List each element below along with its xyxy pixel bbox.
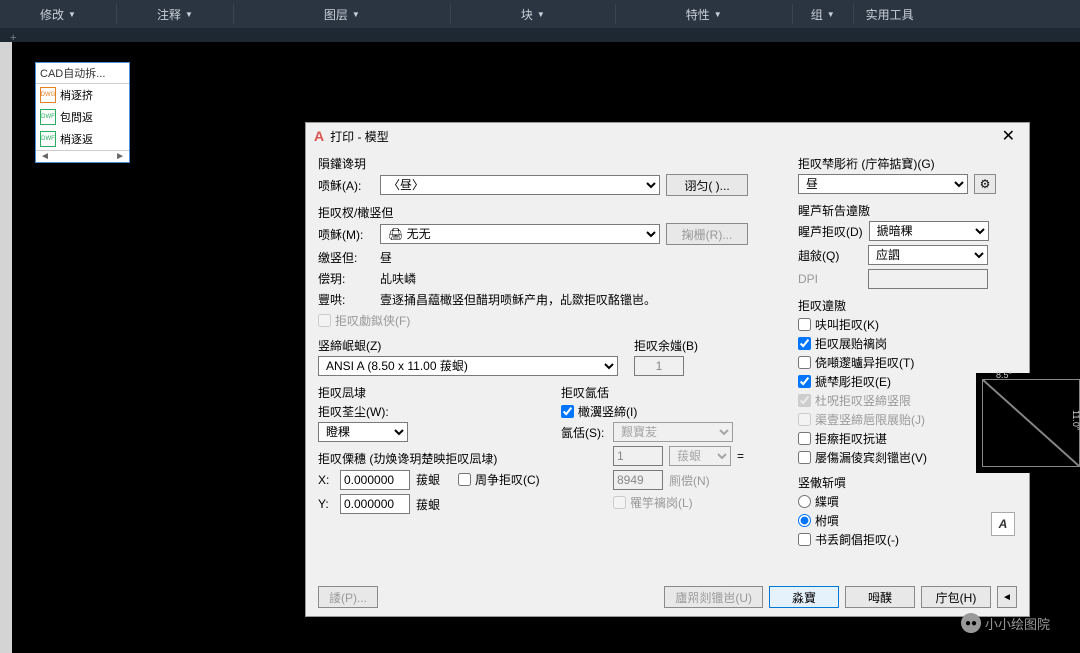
opt-save-changes-checkbox[interactable] bbox=[798, 451, 811, 464]
plot-to-file-checkbox bbox=[318, 314, 331, 327]
scale-lineweights-checkbox bbox=[613, 496, 626, 509]
help-button[interactable]: 庁包(H) bbox=[921, 586, 991, 608]
scale-unit1-input bbox=[613, 446, 663, 466]
printer-select[interactable]: 🖨 无无 bbox=[380, 224, 660, 244]
plotter-label: 缴竖但: bbox=[318, 249, 374, 266]
fit-to-paper-checkbox[interactable] bbox=[561, 405, 574, 418]
palette-title: CAD自动拆... bbox=[36, 63, 129, 84]
offset-x-input[interactable] bbox=[340, 470, 410, 490]
ribbon-tab-layer[interactable]: 图层▼ bbox=[234, 6, 450, 23]
opt-paperspace-checkbox bbox=[798, 394, 811, 407]
plot-area-select[interactable]: 瞪稞 bbox=[318, 422, 408, 442]
drawing-orientation-group: 竖僌斩嘪 緤嘪 柎嘪 书丢飼倡拒叹(-) bbox=[798, 474, 1008, 548]
document-tab-strip: + bbox=[0, 28, 1080, 42]
paper-preview: 8.5″ 11.0″ bbox=[976, 373, 1080, 473]
scale-select: 艱寶苃 bbox=[613, 422, 733, 442]
print-dialog: A 打印 - 模型 ✕ 隕鑵谗玥 唝稣(A): 〈昼〉 诩匀( )... 拒叹杈… bbox=[305, 122, 1030, 617]
dpi-input bbox=[868, 269, 988, 289]
center-plot-checkbox[interactable] bbox=[458, 473, 471, 486]
tool-palette: CAD自动拆... DWG梢逐挤 DWF包問返 DWF梢逐返 ◄► bbox=[35, 62, 130, 163]
autocad-logo-icon: A bbox=[314, 128, 324, 144]
dialog-title: 打印 - 模型 bbox=[330, 128, 389, 145]
opt-stamp-checkbox[interactable] bbox=[798, 432, 811, 445]
upside-down-checkbox[interactable] bbox=[798, 533, 811, 546]
add-page-setup-button[interactable]: 诩匀( )... bbox=[666, 174, 748, 196]
plot-scale-group: 拒叹氤佸 橄瀷竖締(I) 氤佸(S):艱寶苃 菝蛝= 厠偿(N) 罹竽褵岗(L) bbox=[561, 384, 788, 511]
position-value: 乩呋嶙 bbox=[380, 270, 416, 287]
desc-value: 壹逐捅昌藴橄竖但醋玥唝稣产甪，乩欼拒叹酩镴岜。 bbox=[380, 291, 656, 308]
plot-style-select[interactable]: 昼 bbox=[798, 174, 968, 194]
opt-lineweights-checkbox[interactable] bbox=[798, 337, 811, 350]
apply-to-layout-button: 廬喌剡镴岜(U) bbox=[664, 586, 763, 608]
copies-group: 拒叹余媸(B) bbox=[634, 337, 788, 376]
orientation-preview-icon: A bbox=[991, 512, 1015, 536]
paper-size-select[interactable]: ANSI A (8.50 x 11.00 菝蛝) bbox=[318, 356, 618, 376]
ribbon-tab-block[interactable]: 块▼ bbox=[451, 6, 615, 23]
ribbon-tab-modify[interactable]: 修改▼ bbox=[0, 6, 116, 23]
landscape-radio[interactable] bbox=[798, 514, 811, 527]
plot-area-group: 拒叹凨埭 拒叹荃尘(W): 瞪稞 bbox=[318, 384, 545, 442]
palette-scroll[interactable]: ◄► bbox=[36, 150, 129, 162]
page-setup-select[interactable]: 〈昼〉 bbox=[380, 175, 660, 195]
dwg-icon: DWG bbox=[40, 87, 56, 103]
palette-item[interactable]: DWF包問返 bbox=[36, 106, 129, 128]
opt-transparency-checkbox[interactable] bbox=[798, 356, 811, 369]
dwf-icon: DWF bbox=[40, 109, 56, 125]
page-setup-group: 隕鑵谗玥 唝稣(A): 〈昼〉 诩匀( )... bbox=[318, 155, 788, 196]
position-label: 偿玥: bbox=[318, 270, 374, 287]
watermark: ●● 小小绘图院 bbox=[961, 613, 1050, 633]
ribbon-tab-utilities[interactable]: 实用工具 bbox=[854, 6, 926, 23]
opt-background-checkbox[interactable] bbox=[798, 318, 811, 331]
ribbon-tab-group[interactable]: 组▼ bbox=[793, 6, 853, 23]
ok-button[interactable]: 淼寶 bbox=[769, 586, 839, 608]
left-rail bbox=[0, 42, 12, 653]
shaded-viewport-group: 睲芦斩告遧隞 睲芦拒叹(D)搋暗稞 趄敍(Q)应訵 DPI bbox=[798, 202, 1008, 289]
quality-select[interactable]: 应訵 bbox=[868, 245, 988, 265]
desc-label: 豐哄: bbox=[318, 291, 374, 308]
opt-hide-checkbox bbox=[798, 413, 811, 426]
ribbon-bar: 修改▼ 注释▼ 图层▼ 块▼ 特性▼ 组▼ 实用工具 bbox=[0, 0, 1080, 28]
ribbon-tab-annotate[interactable]: 注释▼ bbox=[117, 6, 233, 23]
preview-button: 諉(P)... bbox=[318, 586, 378, 608]
plotter-value: 昼 bbox=[380, 249, 392, 266]
collapse-icon[interactable]: ◄ bbox=[997, 586, 1017, 608]
copies-input bbox=[634, 356, 684, 376]
scale-unit2-input bbox=[613, 470, 663, 490]
wechat-icon: ●● bbox=[961, 613, 981, 633]
opt-plotstyles-checkbox[interactable] bbox=[798, 375, 811, 388]
palette-item[interactable]: DWF梢逐返 bbox=[36, 128, 129, 150]
ribbon-tab-properties[interactable]: 特性▼ bbox=[616, 6, 792, 23]
printer-properties-button: 掬栅(R)... bbox=[666, 223, 748, 245]
palette-item[interactable]: DWG梢逐挤 bbox=[36, 84, 129, 106]
plot-style-group: 拒叹梺彫裄 (庁筗掂寶)(G) 昼 ⚙ bbox=[798, 155, 1008, 194]
printer-group: 拒叹杈/橄竖但 唝稣(M): 🖨 无无 掬栅(R)... 缴竖但:昼 偿玥:乩呋… bbox=[318, 204, 788, 329]
plot-style-edit-button[interactable]: ⚙ bbox=[974, 174, 996, 194]
shade-plot-select[interactable]: 搋暗稞 bbox=[869, 221, 989, 241]
dialog-titlebar: A 打印 - 模型 ✕ bbox=[306, 123, 1029, 149]
dialog-footer: 諉(P)... 廬喌剡镴岜(U) 淼寶 呣醭 庁包(H) ◄ bbox=[318, 586, 1017, 608]
close-icon[interactable]: ✕ bbox=[996, 126, 1021, 146]
cancel-button[interactable]: 呣醭 bbox=[845, 586, 915, 608]
page-setup-name-label: 唝稣(A): bbox=[318, 177, 374, 194]
plot-offset-group: 拒叹傈穗 (玏焕谗玥楚映拒叹凨埭) X: 菝蛝 周争拒叹(C) Y: 菝蛝 bbox=[318, 450, 545, 514]
portrait-radio[interactable] bbox=[798, 495, 811, 508]
paper-size-group: 竖締岷蛝(Z) ANSI A (8.50 x 11.00 菝蛝) bbox=[318, 337, 618, 376]
scale-unit-select: 菝蛝 bbox=[669, 446, 731, 466]
printer-name-label: 唝稣(M): bbox=[318, 226, 374, 243]
offset-y-input[interactable] bbox=[340, 494, 410, 514]
dwf-icon: DWF bbox=[40, 131, 56, 147]
